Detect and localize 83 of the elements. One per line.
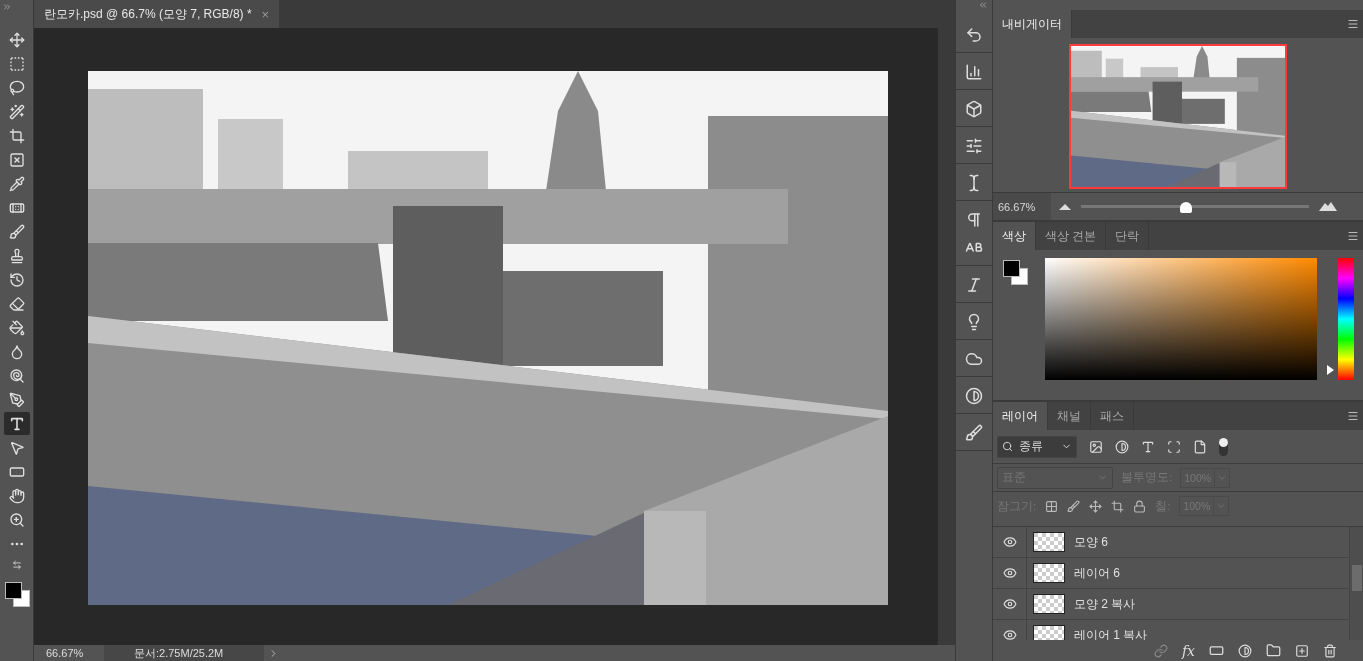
eye-icon[interactable] [1002,597,1017,611]
paragraph-icon[interactable] [965,211,983,229]
layer-name: 모양 6 [1074,533,1108,551]
color-field[interactable] [1045,258,1317,380]
panel-tab[interactable]: 색상 [993,222,1036,250]
crop-icon[interactable] [8,127,25,144]
image-icon[interactable] [1089,439,1103,454]
swap-colors-icon[interactable] [11,560,22,570]
layer-thumbnail [1033,625,1065,640]
eye-icon[interactable] [1002,566,1017,580]
paint-bucket-icon[interactable] [8,319,25,336]
histogram-icon[interactable] [965,63,983,81]
history-brush-icon[interactable] [8,271,25,288]
glyph-icon[interactable] [965,276,983,294]
file-icon[interactable] [1193,439,1207,454]
slider-thumb[interactable] [1179,201,1192,213]
lock-icon[interactable] [1133,499,1147,513]
brush-icon[interactable] [8,223,25,240]
dodge-icon[interactable] [8,367,25,384]
layer-row[interactable]: 모양 2 복사 [993,589,1349,620]
close-button[interactable]: × [261,6,270,22]
eyedropper-icon[interactable] [8,175,25,192]
hue-slider[interactable] [1327,258,1354,380]
panel-tab[interactable]: 내비게이터 [993,10,1072,38]
folder-icon[interactable] [1266,643,1281,658]
panel-tab[interactable]: 레이어 [993,402,1048,430]
menu-icon[interactable] [1347,410,1359,422]
fx-button[interactable]: fx [1181,642,1195,659]
eraser-icon[interactable] [8,295,25,312]
type-icon[interactable] [8,415,25,432]
zoom-level: 66.67% [45,647,85,659]
eye-icon[interactable] [1002,535,1017,549]
layer-thumbnail [1033,563,1065,583]
tool-button[interactable] [3,412,30,435]
layers-scrollbar[interactable] [1349,527,1363,640]
zoom-in-icon[interactable] [1319,202,1337,211]
zoom-out-icon[interactable] [1059,203,1071,210]
mask-icon[interactable] [1209,643,1224,658]
search-icon [1002,441,1013,452]
filter-select[interactable]: 종류 [997,435,1077,458]
document-tab[interactable]: 란모카.psd @ 66.7% (모양 7, RGB/8) * × [34,0,280,28]
pen-icon[interactable] [8,391,25,408]
layer-name: 레이어 1 복사 [1074,626,1148,640]
zoom-icon[interactable] [8,511,25,528]
document-size: 문서:2.75M/25.2M [104,645,264,661]
layer-row[interactable]: 레이어 6 [993,558,1349,589]
frame-icon[interactable] [8,151,25,168]
layer-row[interactable]: 레이어 1 복사 [993,620,1349,640]
pointer-icon[interactable] [8,439,25,456]
stamp-icon[interactable] [8,247,25,264]
menu-icon[interactable] [1347,18,1359,30]
layer-row[interactable]: 모양 6 [993,527,1349,558]
move-icon[interactable] [1089,499,1103,513]
contrast-icon[interactable] [965,387,983,405]
history-icon[interactable] [965,26,983,44]
vertical-scrollbar[interactable] [937,28,955,645]
cube-icon[interactable] [965,100,983,118]
crop-icon[interactable] [1111,499,1125,513]
hue-pointer[interactable] [1327,365,1334,376]
trash-icon[interactable] [1323,643,1337,658]
wand-icon[interactable] [8,103,25,120]
hand-icon[interactable] [8,487,25,504]
menu-icon[interactable] [1347,230,1359,242]
cloud-icon[interactable] [965,350,983,368]
layer-name: 레이어 6 [1074,564,1120,582]
sliders-icon[interactable] [965,137,983,155]
move-icon[interactable] [8,31,25,48]
type-icon[interactable] [1141,439,1155,454]
layer-name: 모양 2 복사 [1074,595,1136,613]
eye-icon[interactable] [1002,628,1017,640]
new-layer-icon[interactable] [1295,643,1309,658]
filter-toggle[interactable] [1219,437,1228,456]
zoom-field[interactable]: 66.67% [993,193,1051,220]
checker-icon[interactable] [1045,499,1059,513]
marquee-icon[interactable] [8,55,25,72]
contrast-icon[interactable] [1115,439,1129,454]
brush-presets-icon[interactable] [965,424,983,442]
layer-thumbnail [1033,594,1065,614]
lasso-icon[interactable] [8,79,25,96]
brush-icon[interactable] [1067,499,1081,513]
layer-thumbnail [1033,532,1065,552]
shape-icon[interactable] [1167,439,1181,454]
adjustment-icon[interactable] [1238,643,1252,658]
